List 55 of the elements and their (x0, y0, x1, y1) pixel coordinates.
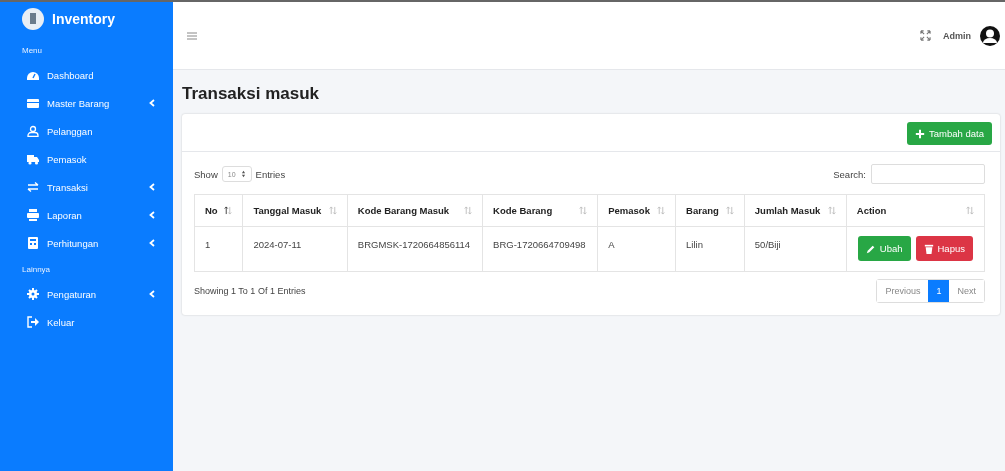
sidebar-item[interactable]: Dashboard (0, 61, 173, 89)
sidebar-item[interactable]: Pemasok (0, 145, 173, 173)
gear-icon (27, 288, 39, 300)
table-cell: BRG-1720664709498 (482, 226, 598, 272)
column-header[interactable]: Kode Barang (482, 194, 598, 227)
table-cell: BRGMSK-1720664856114 (347, 226, 483, 272)
column-header[interactable]: Action (846, 194, 985, 227)
box-icon (27, 97, 39, 109)
add-data-button[interactable]: Tambah data (907, 122, 992, 145)
delete-button[interactable]: Hapus (915, 236, 973, 261)
column-header[interactable]: Tanggal Masuk (242, 194, 348, 227)
table-cell: Lilin (675, 226, 745, 272)
truck-icon (27, 153, 39, 165)
plus-icon (915, 128, 926, 139)
sidebar-item[interactable]: Laporan (0, 201, 173, 229)
section-heading: Lainnya (21, 264, 52, 276)
sidebar-item[interactable]: Pelanggan (0, 117, 173, 145)
arrows-icon (27, 181, 39, 193)
sidebar-item[interactable]: Pengaturan (0, 280, 173, 308)
avatar-icon (979, 24, 1001, 47)
sidebar-item[interactable]: Keluar (0, 308, 173, 336)
printer-icon (27, 209, 39, 221)
trash-icon (923, 243, 934, 254)
search-label: Search: (833, 168, 866, 180)
table-cell: A (597, 226, 676, 272)
sidebar-item[interactable]: Transaksi (0, 173, 173, 201)
sidebar-item[interactable]: Master Barang (0, 89, 173, 117)
user-icon (27, 125, 39, 137)
column-header[interactable]: Pemasok (597, 194, 676, 227)
column-header[interactable]: No (194, 194, 243, 227)
column-header[interactable]: Barang (675, 194, 745, 227)
edit-button[interactable]: Ubah (857, 236, 911, 261)
table-cell: 50/Biji (744, 226, 847, 272)
user-name[interactable]: Admin (943, 30, 971, 41)
fullscreen-icon (920, 30, 931, 41)
gauge-icon (27, 69, 39, 81)
column-header[interactable]: Kode Barang Masuk (347, 194, 483, 227)
table-cell: 1 (194, 226, 243, 272)
sidebar-item[interactable]: Perhitungan (0, 229, 173, 257)
show-label: Show (194, 168, 218, 180)
entries-label: Entries (255, 168, 286, 180)
menu-icon (187, 31, 197, 40)
search-field[interactable] (871, 164, 985, 184)
brand-name[interactable]: Inventory (52, 11, 115, 27)
section-heading: Menu (21, 45, 43, 57)
pagination-button[interactable]: 1 (928, 280, 950, 302)
updown-icon (240, 170, 246, 178)
calculator-icon (27, 237, 39, 249)
page-title: Transaksi masuk (182, 84, 321, 104)
column-header[interactable]: Jumlah Masuk (744, 194, 847, 227)
sign-out-icon (27, 316, 39, 328)
table-cell: 2024-07-11 (242, 226, 348, 272)
pencil-icon (865, 243, 876, 254)
logo-icon (22, 8, 44, 30)
table-info: Showing 1 To 1 Of 1 Entries (194, 286, 306, 296)
